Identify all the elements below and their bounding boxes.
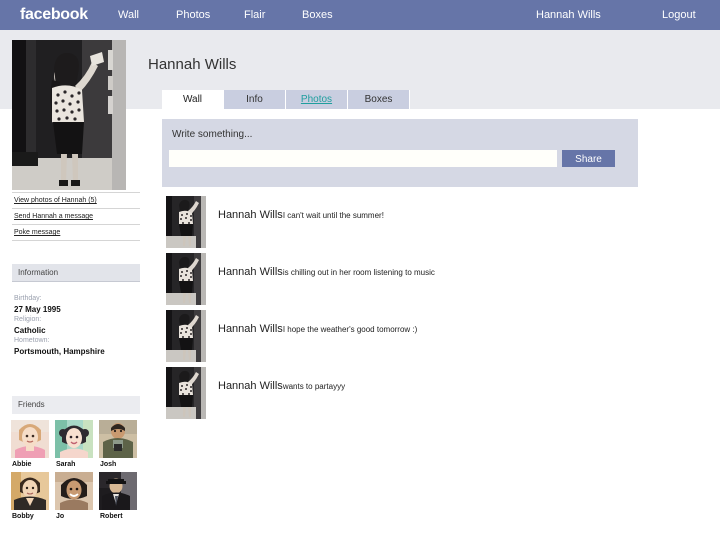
information-section-header: Information — [12, 264, 140, 282]
friend-item-robert[interactable]: Robert — [99, 472, 143, 520]
friends-grid: Abbie Sarah Josh Bobby Jo Robert — [11, 420, 143, 524]
status-input[interactable] — [169, 150, 557, 167]
status-publisher: Write something... Share — [162, 119, 638, 187]
wall-post: Hannah WillsI hope the weather's good to… — [166, 310, 686, 367]
friend-item-jo[interactable]: Jo — [55, 472, 99, 520]
friend-name: Josh — [100, 461, 117, 468]
post-content: Hannah WillsI hope the weather's good to… — [218, 323, 417, 335]
wall-post: Hannah WillsI can't wait until the summe… — [166, 196, 686, 253]
sidebar-link-poke-message[interactable]: Poke message — [12, 225, 140, 241]
info-label-birthday: Birthday: — [14, 295, 42, 302]
post-message: is chilling out in her room listening to… — [282, 268, 435, 277]
profile-tabs: Wall Info Photos Boxes — [162, 90, 410, 109]
info-value-hometown: Portsmouth, Hampshire — [14, 346, 105, 356]
post-author-name[interactable]: Hannah Wills — [218, 380, 283, 392]
info-value-birthday: 27 May 1995 — [14, 304, 61, 314]
tab-boxes[interactable]: Boxes — [348, 90, 410, 109]
profile-photo-image — [12, 40, 126, 190]
profile-sidebar: View photos of Hannah (5) Send Hannah a … — [12, 192, 140, 241]
info-label-religion: Religion: — [14, 316, 42, 323]
post-author-name[interactable]: Hannah Wills — [218, 209, 283, 221]
friend-name: Sarah — [56, 461, 76, 468]
friend-item-bobby[interactable]: Bobby — [11, 472, 55, 520]
facebook-logo[interactable]: facebook — [20, 6, 88, 24]
friends-section-header: Friends — [12, 396, 140, 414]
nav-item-wall[interactable]: Wall — [118, 9, 139, 21]
friend-avatar[interactable] — [55, 420, 93, 458]
wall-post: Hannah Willswants to partayyy — [166, 367, 686, 424]
friend-item-abbie[interactable]: Abbie — [11, 420, 55, 468]
nav-item-username[interactable]: Hannah Wills — [536, 9, 601, 21]
friend-name: Bobby — [12, 513, 34, 520]
top-navigation-bar: facebook Wall Photos Flair Boxes Hannah … — [0, 0, 720, 30]
post-message: wants to partayyy — [282, 382, 346, 391]
post-message: I hope the weather's good tomorrow :) — [282, 325, 418, 334]
post-content: Hannah Willswants to partayyy — [218, 380, 345, 392]
nav-item-flair[interactable]: Flair — [244, 9, 265, 21]
friend-avatar[interactable] — [11, 420, 49, 458]
friend-item-josh[interactable]: Josh — [99, 420, 143, 468]
sidebar-link-send-message[interactable]: Send Hannah a message — [12, 209, 140, 225]
friend-name: Jo — [56, 513, 65, 520]
wall-post: Hannah Willsis chilling out in her room … — [166, 253, 686, 310]
share-button[interactable]: Share — [562, 150, 615, 167]
friend-avatar[interactable] — [99, 472, 137, 510]
info-label-hometown: Hometown: — [14, 337, 50, 344]
nav-item-boxes[interactable]: Boxes — [302, 9, 333, 21]
post-author-avatar[interactable] — [166, 310, 206, 362]
post-message: I can't wait until the summer! — [282, 211, 384, 220]
friend-avatar[interactable] — [55, 472, 93, 510]
page-title: Hannah Wills — [148, 56, 237, 73]
nav-item-photos[interactable]: Photos — [176, 9, 210, 21]
friend-avatar[interactable] — [11, 472, 49, 510]
wall-feed: Hannah WillsI can't wait until the summe… — [166, 196, 686, 424]
post-author-avatar[interactable] — [166, 196, 206, 248]
tab-wall[interactable]: Wall — [162, 90, 224, 109]
friend-item-sarah[interactable]: Sarah — [55, 420, 99, 468]
friend-name: Robert — [100, 513, 123, 520]
post-author-avatar[interactable] — [166, 367, 206, 419]
friend-name: Abbie — [12, 461, 32, 468]
post-author-name[interactable]: Hannah Wills — [218, 323, 283, 335]
post-author-name[interactable]: Hannah Wills — [218, 266, 283, 278]
profile-photo[interactable] — [12, 40, 126, 190]
post-author-avatar[interactable] — [166, 253, 206, 305]
tab-info[interactable]: Info — [224, 90, 286, 109]
tab-photos[interactable]: Photos — [286, 90, 348, 109]
friend-avatar[interactable] — [99, 420, 137, 458]
nav-item-logout[interactable]: Logout — [662, 9, 696, 21]
post-content: Hannah Willsis chilling out in her room … — [218, 266, 435, 278]
info-value-religion: Catholic — [14, 325, 46, 335]
post-content: Hannah WillsI can't wait until the summe… — [218, 209, 384, 221]
information-section-body: Birthday: 27 May 1995 Religion: Catholic… — [14, 294, 144, 357]
sidebar-link-view-photos[interactable]: View photos of Hannah (5) — [12, 192, 140, 209]
publisher-prompt: Write something... — [172, 129, 253, 140]
